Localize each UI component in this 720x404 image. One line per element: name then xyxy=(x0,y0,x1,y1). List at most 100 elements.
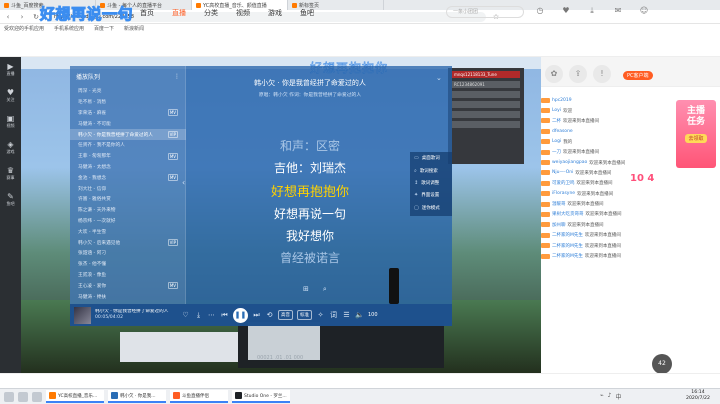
playlist-item[interactable]: 任贤齐 - 我不是你的人 xyxy=(70,140,186,151)
chat-username[interactable]: Nju—-Oni xyxy=(552,170,573,175)
playlist-item[interactable]: 杨宗纬 - 一次就好 xyxy=(70,216,186,227)
site-nav-item[interactable]: 直播 xyxy=(172,8,186,18)
promo-button[interactable]: 去领取 xyxy=(685,134,707,143)
follow-icon[interactable]: ♥ xyxy=(558,6,574,16)
chat-username[interactable]: 二杯家的M先生 xyxy=(552,232,583,238)
playlist-item[interactable]: 韩小欠 - 你是我曾经拼了命爱过的人 VIP xyxy=(70,129,186,140)
bookmark-link[interactable]: 新浪新闻 xyxy=(124,25,144,32)
playlist-icon[interactable]: ☰ xyxy=(342,311,351,319)
rail-item[interactable]: ▶ 直播 xyxy=(0,57,21,83)
ime-icon[interactable]: 中 xyxy=(615,392,621,401)
taskbar-clock[interactable]: 16:14 2020/7/22 xyxy=(678,390,718,402)
chat-username[interactable]: dfeasone xyxy=(552,129,573,134)
bookmark-link[interactable]: 百度一下 xyxy=(94,25,114,32)
download-icon[interactable]: ⤓ xyxy=(194,311,203,320)
taskbar-app[interactable]: 韩小欠 · 你是我... xyxy=(108,390,166,403)
site-nav-item[interactable]: 分类 xyxy=(204,8,218,18)
share-icon[interactable]: ⇪ xyxy=(569,65,587,83)
playlist-item[interactable]: 刘大壮 - 信仰 xyxy=(70,183,186,194)
playlist-item[interactable]: 李荣浩 - 麻雀 MV xyxy=(70,108,186,119)
drag-handle[interactable] xyxy=(389,268,399,304)
rail-item[interactable]: ♛ 赛事 xyxy=(0,161,21,187)
popup-row[interactable] xyxy=(452,91,520,98)
heart-icon[interactable]: ♡ xyxy=(181,311,190,319)
playlist-item[interactable]: 马健涛 - 太想念 xyxy=(70,162,186,173)
rail-item[interactable]: ◈ 游戏 xyxy=(0,135,21,161)
chat-username[interactable]: 二杯家的M先生 xyxy=(552,243,583,249)
chat-username[interactable]: weiyaojiangpao xyxy=(552,160,587,165)
playlist-menu-icon[interactable]: ⋮ xyxy=(174,73,180,80)
gift-icon[interactable]: ✿ xyxy=(545,65,563,83)
pc-client-button[interactable]: PC客户端 xyxy=(623,71,653,80)
next-icon[interactable]: ⏭ xyxy=(252,311,261,320)
collapse-down-icon[interactable]: ⌄ xyxy=(436,74,442,82)
chat-username[interactable]: 果树大吃货哥哥 xyxy=(552,211,584,217)
chat-username[interactable]: Logi xyxy=(552,139,561,144)
chat-username[interactable]: iFlorasyne xyxy=(552,191,575,196)
refresh-icon[interactable]: ↻ xyxy=(32,13,40,21)
forward-icon[interactable]: › xyxy=(18,13,26,21)
quality-tag[interactable]: 高音 xyxy=(278,310,293,320)
rail-item[interactable]: ♥ 关注 xyxy=(0,83,21,109)
chat-username[interactable]: hpc2019 xyxy=(552,98,572,103)
rail-item[interactable]: ▣ 视频 xyxy=(0,109,21,135)
album-cover[interactable] xyxy=(74,306,91,324)
anchor-task-promo[interactable]: 主播 任务 去领取 xyxy=(676,100,716,168)
start-icon[interactable] xyxy=(4,391,14,402)
popup-row[interactable]: RC1234862091 xyxy=(452,81,520,88)
playlist-item[interactable]: 陈之谦 - 天外来物 xyxy=(70,205,186,216)
popup-row[interactable] xyxy=(452,121,520,128)
playlist-item[interactable]: 张杰 - 他不懂 xyxy=(70,259,186,270)
playlist-item[interactable]: 王菲 - 匆匆那年 MV xyxy=(70,151,186,162)
message-icon[interactable]: ✉ xyxy=(610,6,626,16)
more-icon[interactable]: ⋯ xyxy=(207,311,216,319)
playlist-item[interactable]: 王贰浪 - 像鱼 xyxy=(70,270,186,281)
playlist-item[interactable]: 王心凌 - 爱你 MV xyxy=(70,280,186,291)
playlist-item[interactable]: 韩小欠 - 后来遇见他 VIP xyxy=(70,237,186,248)
taskbar-app[interactable]: Studio One - 罗兰... xyxy=(232,390,290,403)
history-icon[interactable]: ◷ xyxy=(532,6,548,16)
site-nav-item[interactable]: 视频 xyxy=(236,8,250,18)
playlist-item[interactable]: 毛不易 - 消愁 xyxy=(70,97,186,108)
chat-username[interactable]: Loyi xyxy=(552,108,561,113)
download-icon[interactable]: ⤓ xyxy=(584,6,600,16)
chat-username[interactable]: 二杯 xyxy=(552,118,561,124)
site-nav-item[interactable]: 首页 xyxy=(140,8,154,18)
popup-row[interactable] xyxy=(452,111,520,118)
lyric-menu-item[interactable]: ▢ 迷你模式 xyxy=(410,202,452,214)
playlist-item[interactable]: 周深 - 光亮 xyxy=(70,86,186,97)
report-icon[interactable]: ! xyxy=(593,65,611,83)
taskbar-app[interactable]: YC高校直播_音乐... xyxy=(46,390,104,403)
popup-row[interactable]: mnqs12118133_Tune xyxy=(452,71,520,78)
loop-icon[interactable]: ⟲ xyxy=(265,311,274,319)
site-search-input[interactable]: 一条小团团 xyxy=(446,6,524,18)
prev-icon[interactable]: ⏮ xyxy=(220,311,229,320)
lyric-menu-item[interactable]: ✦ 界面设置 xyxy=(410,189,452,201)
collapse-arrow-icon[interactable]: ‹ xyxy=(182,178,190,188)
playlist-item[interactable]: 许嵩 - 雅俗共赏 xyxy=(70,194,186,205)
lyric-menu-item[interactable]: ▭ 桌面歌词 xyxy=(410,152,452,164)
lyric-search-icon[interactable]: ⌕ xyxy=(323,285,327,294)
folder-icon[interactable] xyxy=(32,391,42,402)
playlist-item[interactable]: 张韶涵 - 阿刁 xyxy=(70,248,186,259)
avatar-icon[interactable]: ☺ xyxy=(636,6,652,16)
network-icon[interactable]: ⌁ xyxy=(600,392,604,401)
chat-username[interactable]: 加州聊 xyxy=(552,222,566,228)
playlist-item[interactable]: 马健涛 - 不可能 xyxy=(70,118,186,129)
volume-tray-icon[interactable]: ♪ xyxy=(608,392,612,401)
viewer-badge[interactable]: 42 xyxy=(652,354,672,374)
bookmark-link[interactable]: 受欢迎的手机应用 xyxy=(4,25,44,32)
chat-username[interactable]: 可爱的卫鸣 xyxy=(552,180,575,186)
bookmark-link[interactable]: 手机系统应用 xyxy=(54,25,84,32)
lyric-menu-item[interactable]: ⌕ 歌词搜索 xyxy=(410,164,452,176)
chat-username[interactable]: 一刀 xyxy=(552,149,561,155)
site-nav-item[interactable]: 鱼吧 xyxy=(300,8,314,18)
lyric-menu-item[interactable]: ↕ 歌词调整 xyxy=(410,177,452,189)
search-icon[interactable] xyxy=(18,391,28,402)
playlist-item[interactable]: 大欢 - 半生雪 xyxy=(70,226,186,237)
playlist-item[interactable]: 金池 - 我想念 MV xyxy=(70,172,186,183)
rail-item[interactable]: ✎ 鱼吧 xyxy=(0,187,21,213)
taskbar-app[interactable]: 斗鱼直播伴侣 xyxy=(170,390,228,403)
chat-username[interactable]: 温暖哥 xyxy=(552,201,566,207)
back-icon[interactable]: ‹ xyxy=(4,13,12,21)
